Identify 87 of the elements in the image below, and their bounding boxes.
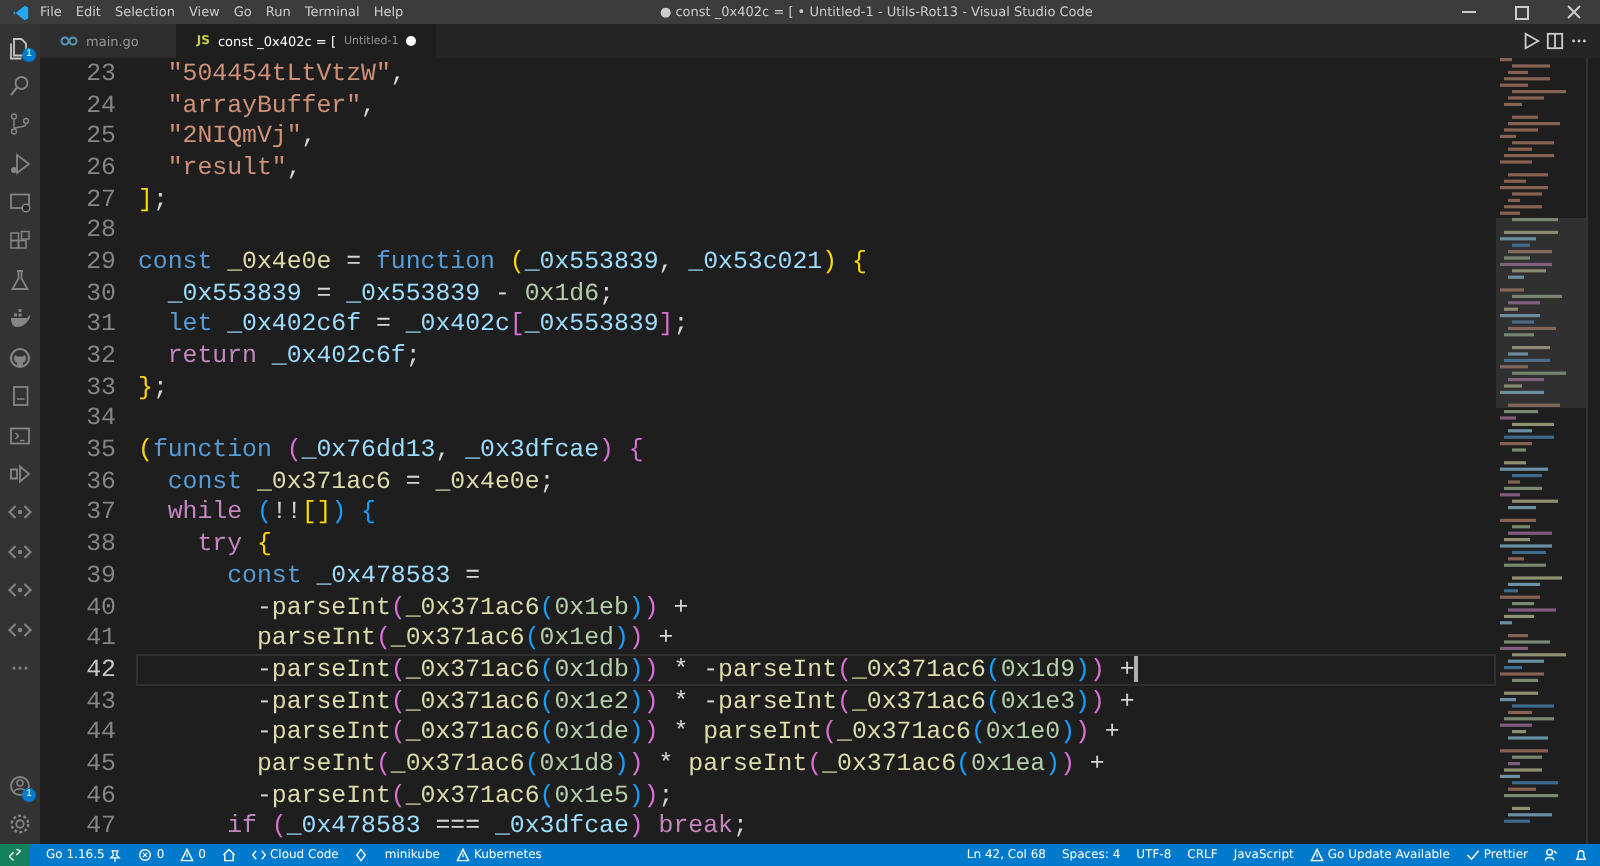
code-line: };	[138, 373, 168, 402]
line-number: 34	[84, 404, 118, 433]
text-cursor	[1134, 656, 1138, 683]
status-item[interactable]	[1544, 848, 1558, 862]
go-file-icon	[60, 36, 78, 46]
code-line: _0x553839 = _0x553839 - 0x1d6;	[165, 279, 614, 308]
line-number: 39	[84, 561, 118, 590]
files-icon	[8, 35, 32, 60]
line-number: 41	[84, 624, 118, 653]
line-number: 23	[84, 59, 118, 88]
line-number: 37	[84, 498, 118, 527]
code-line: const _0x4e0e = function (_0x553839, _0x53c021) {	[138, 247, 867, 276]
line-number: 31	[84, 310, 118, 339]
line-number: 42	[84, 655, 118, 684]
branch-icon	[8, 112, 32, 137]
code-line: -parseInt(_0x371ac6(0x1e5));	[254, 781, 674, 810]
unsaved-dot-icon	[406, 36, 417, 46]
code-line: -parseInt(_0x371ac6(0x1e2)) * -parseInt(_0x371ac6(0x1e3)) +	[254, 687, 1135, 716]
bell-icon	[1574, 848, 1588, 862]
code-line: return _0x402c6f;	[165, 342, 421, 371]
run-button[interactable]	[1522, 32, 1540, 50]
account-icon	[8, 773, 32, 798]
code-line: const _0x478583 =	[225, 561, 481, 590]
split-icon	[1546, 32, 1564, 50]
status-item[interactable]	[354, 848, 369, 862]
code-line: while (!![]) {	[165, 498, 376, 527]
warning-icon	[455, 848, 470, 862]
line-number: 32	[84, 342, 118, 371]
code-line: parseInt(_0x371ac6(0x1ed)) +	[254, 624, 674, 653]
pin-icon	[108, 848, 123, 862]
code-line: (function (_0x76dd13, _0x3dfcae) {	[138, 436, 644, 465]
code-line: ];	[138, 185, 168, 214]
code-line: -parseInt(_0x371ac6(0x1de)) * parseInt(_0x371ac6(0x1e0)) +	[254, 718, 1120, 747]
play-icon	[1522, 32, 1540, 50]
line-number: 29	[84, 247, 118, 276]
code-line: -parseInt(_0x371ac6(0x1db)) * -parseInt(_0x371ac6(0x1d9)) +	[254, 655, 1135, 684]
line-number: 26	[84, 153, 118, 182]
line-number: 45	[84, 749, 118, 778]
line-number: 47	[84, 812, 118, 841]
warning-icon	[180, 848, 195, 862]
line-number: 30	[84, 279, 118, 308]
whale-icon	[8, 306, 32, 331]
line-number: 46	[84, 781, 118, 810]
flask-icon	[8, 268, 32, 293]
line-number: 35	[84, 436, 118, 465]
book-icon	[8, 384, 32, 409]
diamond-icon	[354, 848, 369, 862]
line-number: 40	[84, 593, 118, 622]
line-number: 44	[84, 718, 118, 747]
search-icon	[8, 74, 32, 99]
line-number: 27	[84, 185, 118, 214]
split-editor-button[interactable]	[1546, 32, 1564, 50]
github-icon	[8, 345, 32, 370]
monitor-icon	[8, 190, 32, 215]
code-line: "result",	[165, 153, 302, 182]
extensions-icon	[8, 229, 32, 254]
line-number: 43	[84, 687, 118, 716]
settings-icon	[8, 812, 32, 837]
code-line: if (_0x478583 === _0x3dfcae) break;	[225, 812, 748, 841]
play-bug-icon	[8, 151, 32, 176]
line-number: 36	[84, 467, 118, 496]
terminal-icon	[8, 423, 32, 448]
line-number: 28	[84, 216, 118, 245]
status-item[interactable]	[1574, 848, 1588, 862]
code-line: let _0x402c6f = _0x402c[_0x553839];	[165, 310, 689, 339]
feedback-icon	[1544, 848, 1558, 862]
code-line: parseInt(_0x371ac6(0x1d8)) * parseInt(_0x371ac6(0x1ea)) +	[254, 749, 1105, 778]
line-number: 25	[84, 122, 118, 151]
status-item[interactable]	[0, 844, 30, 866]
app-logo-icon	[11, 3, 29, 21]
line-number: 38	[84, 530, 118, 559]
check-icon	[1465, 848, 1480, 862]
code-line: try {	[195, 530, 272, 559]
remote-icon	[8, 848, 22, 862]
code-line: "2NIQmVj",	[165, 122, 317, 151]
status-item[interactable]	[221, 848, 236, 862]
code-icon	[251, 848, 266, 862]
home-icon	[221, 848, 236, 862]
warning-icon	[1309, 848, 1324, 862]
line-number: 33	[84, 373, 118, 402]
code-line: const _0x371ac6 = _0x4e0e;	[165, 467, 555, 496]
error-icon	[138, 848, 153, 862]
code-line: "504454tLtVtzW",	[165, 59, 406, 88]
code-line: -parseInt(_0x371ac6(0x1eb)) +	[254, 593, 689, 622]
line-number: 24	[84, 91, 118, 120]
share-icon	[8, 461, 32, 486]
code-line: "arrayBuffer",	[165, 91, 376, 120]
